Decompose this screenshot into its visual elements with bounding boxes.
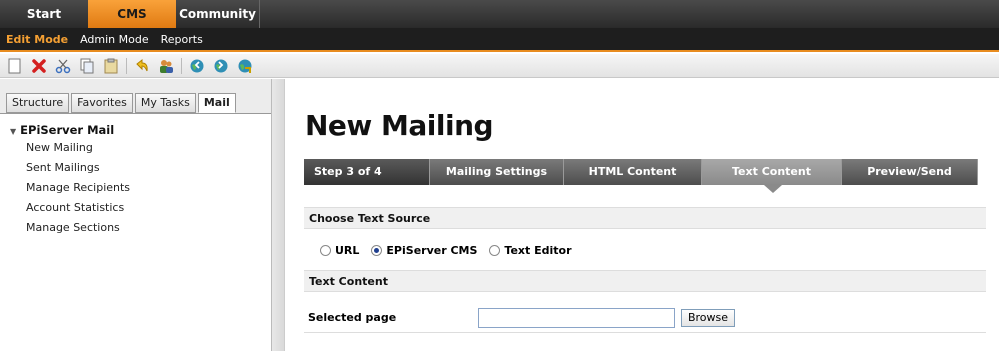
tree-root-label: EPiServer Mail — [20, 123, 115, 137]
step-text-content[interactable]: Text Content — [702, 159, 842, 193]
radio-episerver-cms-label: EPiServer CMS — [386, 244, 478, 257]
copy-icon[interactable] — [78, 57, 96, 75]
step-text-content-label: Text Content — [732, 165, 811, 178]
tab-my-tasks[interactable]: My Tasks — [134, 93, 196, 113]
tab-cms[interactable]: CMS — [88, 0, 176, 28]
tree-item-manage-recipients[interactable]: Manage Recipients — [26, 181, 130, 194]
admin-mode-link[interactable]: Admin Mode — [80, 33, 149, 46]
toolbar-separator — [181, 57, 182, 74]
text-content-header: Text Content — [304, 270, 986, 292]
tab-favorites[interactable]: Favorites — [71, 93, 133, 113]
mail-tree: ▼ EPiServer Mail New Mailing Sent Mailing… — [0, 113, 271, 351]
globe-forward-icon[interactable] — [212, 57, 230, 75]
tab-start[interactable]: Start — [0, 0, 88, 28]
panel-splitter[interactable] — [272, 79, 285, 351]
radio-url[interactable]: URL — [320, 244, 359, 257]
edit-mode-link[interactable]: Edit Mode — [6, 33, 68, 46]
left-panel: Structure Favorites My Tasks Mail ▼ EPiSe… — [0, 79, 272, 351]
active-step-pointer — [764, 185, 782, 193]
toolbar-separator — [126, 57, 127, 74]
tab-structure[interactable]: Structure — [6, 93, 70, 113]
expand-arrow-icon[interactable]: ▼ — [10, 127, 16, 136]
paste-icon[interactable] — [102, 57, 120, 75]
divider — [304, 332, 986, 333]
radio-url-label: URL — [335, 244, 360, 257]
radio-url-dot[interactable] — [320, 245, 331, 256]
left-tabs: Structure Favorites My Tasks Mail — [6, 93, 238, 113]
step-preview-send[interactable]: Preview/Send — [842, 159, 978, 185]
step-indicator: Step 3 of 4 — [304, 159, 430, 185]
top-navigation: Start CMS Community — [0, 0, 999, 28]
tree-item-new-mailing[interactable]: New Mailing — [26, 141, 93, 154]
browse-button[interactable]: Browse — [681, 309, 735, 327]
main-content: New Mailing Step 3 of 4 Mailing Settings… — [286, 79, 999, 351]
radio-episerver-cms[interactable]: EPiServer CMS — [371, 244, 477, 257]
tree-item-sent-mailings[interactable]: Sent Mailings — [26, 161, 100, 174]
toolbar — [0, 54, 999, 78]
users-icon[interactable] — [157, 57, 175, 75]
step-mailing-settings[interactable]: Mailing Settings — [430, 159, 564, 185]
new-page-icon[interactable] — [6, 57, 24, 75]
tree-item-manage-sections[interactable]: Manage Sections — [26, 221, 120, 234]
tree-root[interactable]: ▼ EPiServer Mail — [10, 123, 114, 137]
globe-back-icon[interactable] — [188, 57, 206, 75]
radio-episerver-cms-dot[interactable] — [371, 245, 383, 256]
reports-link[interactable]: Reports — [161, 33, 203, 46]
tab-mail[interactable]: Mail — [197, 93, 236, 113]
step-html-content[interactable]: HTML Content — [564, 159, 702, 185]
globe-refresh-icon[interactable] — [236, 57, 254, 75]
radio-text-editor-label: Text Editor — [504, 244, 572, 257]
delete-icon[interactable] — [30, 57, 48, 75]
undo-icon[interactable] — [133, 57, 151, 75]
choose-text-source-header: Choose Text Source — [304, 207, 986, 229]
wizard-steps: Step 3 of 4 Mailing Settings HTML Conten… — [304, 159, 988, 193]
radio-text-editor-dot[interactable] — [489, 245, 501, 256]
text-source-radios: URL EPiServer CMS Text Editor — [320, 244, 584, 257]
radio-text-editor[interactable]: Text Editor — [489, 244, 572, 257]
page-title: New Mailing — [305, 109, 494, 142]
tree-item-account-statistics[interactable]: Account Statistics — [26, 201, 124, 214]
cut-icon[interactable] — [54, 57, 72, 75]
selected-page-label: Selected page — [308, 311, 397, 324]
mode-bar: Edit Mode Admin Mode Reports — [0, 28, 999, 52]
tab-community[interactable]: Community — [176, 0, 260, 28]
selected-page-input[interactable] — [478, 308, 675, 328]
